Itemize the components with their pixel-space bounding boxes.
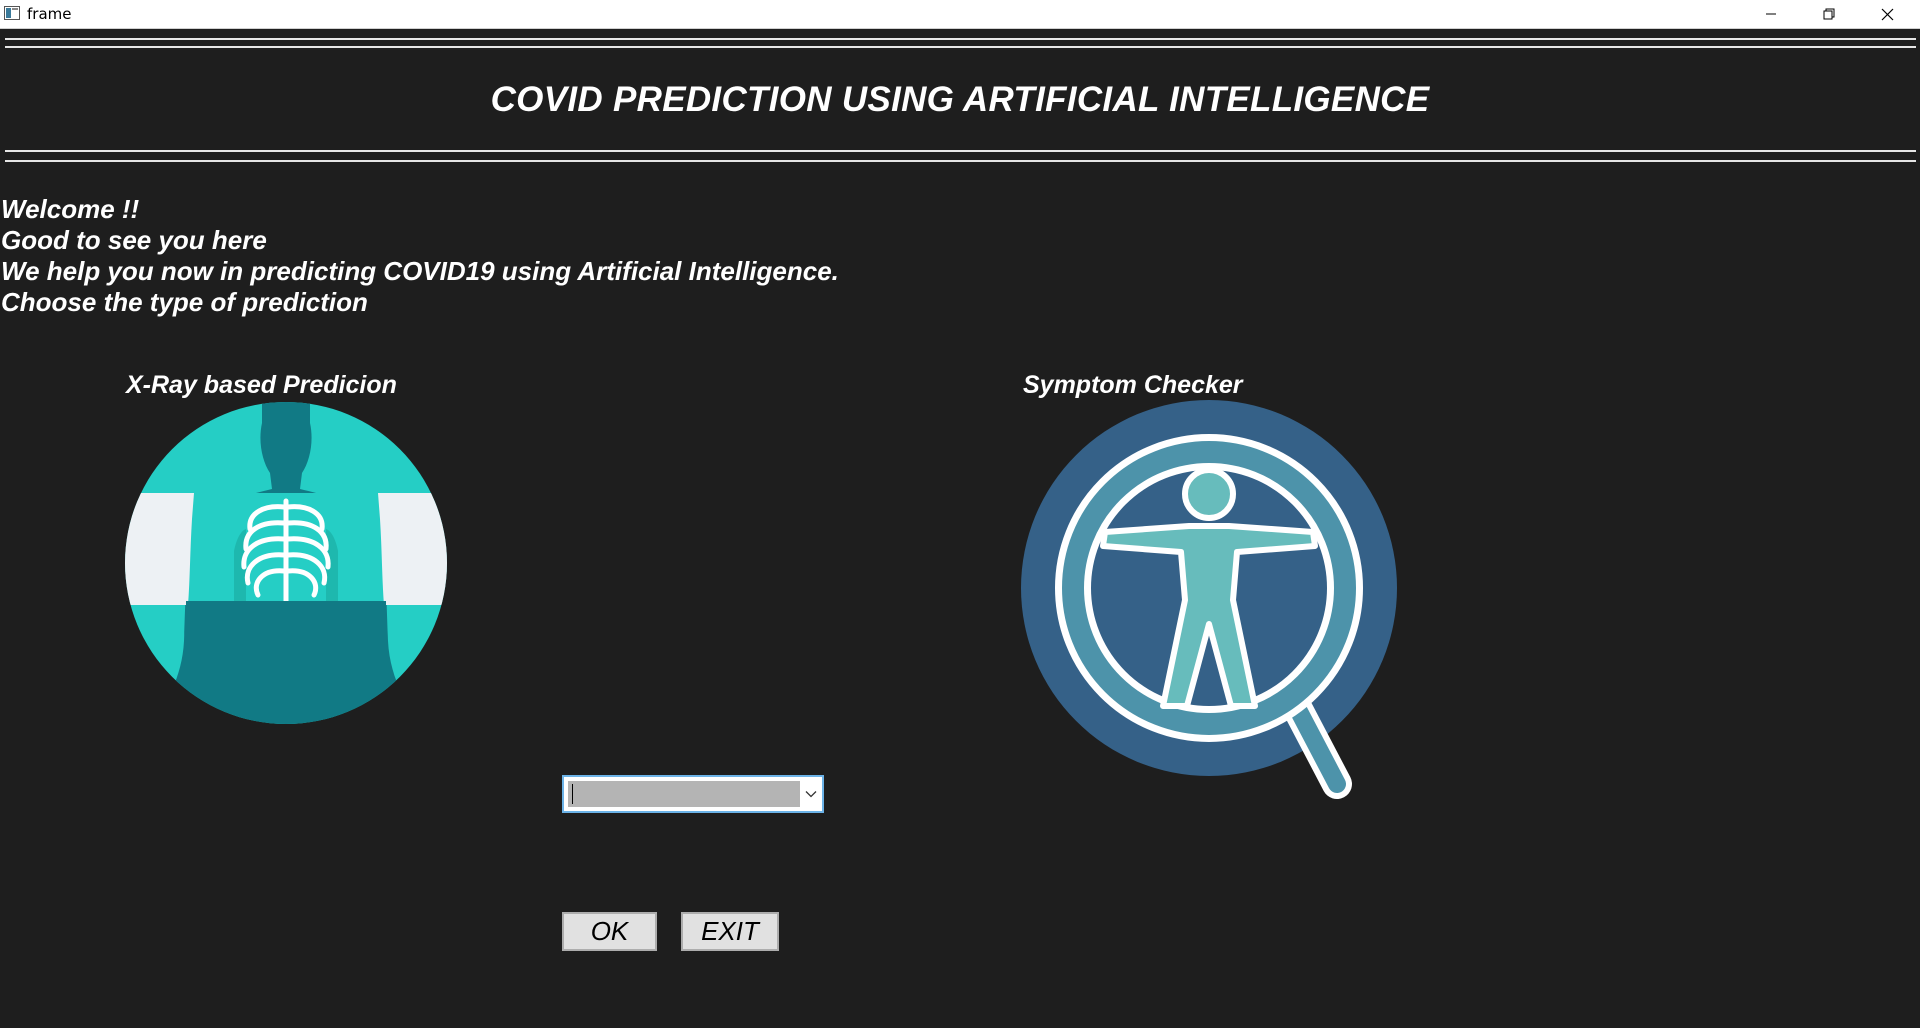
maximize-button[interactable] (1800, 0, 1858, 28)
page-title: COVID PREDICTION USING ARTIFICIAL INTELL… (490, 80, 1430, 119)
minimize-icon (1766, 13, 1776, 15)
symptom-option-label: Symptom Checker (1023, 371, 1243, 399)
restore-icon (1823, 8, 1835, 20)
header-rule-top-2 (5, 46, 1916, 48)
header-rule-bottom-2 (5, 160, 1916, 162)
app-icon (4, 6, 20, 20)
header-rule-bottom-1 (5, 150, 1916, 152)
select-value[interactable] (568, 781, 800, 807)
welcome-line: Good to see you here (1, 225, 267, 255)
welcome-line: Choose the type of prediction (1, 287, 368, 317)
window-titlebar: frame (0, 0, 1920, 29)
close-button[interactable] (1858, 0, 1916, 28)
symptom-magnifier-icon[interactable] (1021, 400, 1401, 808)
ok-button[interactable]: OK (562, 912, 657, 951)
header-rule-top-1 (5, 38, 1916, 40)
exit-button[interactable]: EXIT (681, 912, 779, 951)
chest-xray-icon[interactable] (124, 401, 448, 725)
xray-option-label: X-Ray based Predicion (126, 371, 397, 399)
welcome-line: We help you now in predicting COVID19 us… (1, 256, 839, 286)
text-cursor (572, 784, 573, 804)
window-title: frame (27, 5, 72, 23)
close-icon (1881, 8, 1893, 20)
dropdown-arrow-button[interactable] (804, 785, 818, 803)
minimize-button[interactable] (1742, 0, 1800, 28)
prediction-type-select[interactable] (562, 775, 824, 813)
chevron-down-icon (805, 791, 817, 798)
welcome-line: Welcome !! (1, 194, 140, 224)
welcome-message: Welcome !! Good to see you here We help … (1, 194, 839, 318)
